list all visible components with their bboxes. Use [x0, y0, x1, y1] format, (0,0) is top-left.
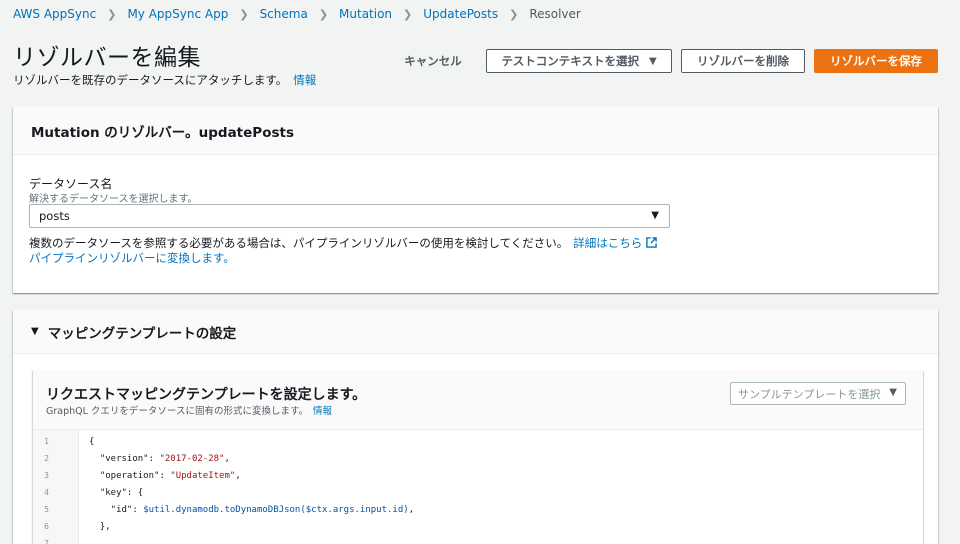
- pipeline-note-text: 複数のデータソースを参照する必要がある場合は、パイプラインリゾルバーの使用を検討…: [29, 236, 569, 250]
- line-number: 7: [44, 539, 49, 544]
- test-context-button[interactable]: テストコンテキストを選択 ▼: [486, 49, 672, 73]
- sample-template-select[interactable]: サンプルテンプレートを選択 ▼: [730, 382, 906, 405]
- breadcrumb-app[interactable]: My AppSync App: [127, 7, 228, 21]
- breadcrumb-updateposts[interactable]: UpdatePosts: [423, 7, 498, 21]
- caret-down-icon: ▼: [889, 387, 897, 398]
- sample-template-placeholder: サンプルテンプレートを選択: [738, 387, 881, 401]
- code-text: "key": {: [89, 487, 144, 498]
- code-line: 5 "id": $util.dynamodb.toDynamoDBJson($c…: [33, 501, 923, 518]
- save-resolver-button[interactable]: リゾルバーを保存: [814, 49, 938, 73]
- mapping-template-title: マッピングテンプレートの設定: [47, 325, 237, 342]
- cancel-button[interactable]: キャンセル: [395, 49, 471, 73]
- code-text: },: [89, 521, 111, 532]
- code-line: 7: [33, 535, 923, 544]
- chevron-right-icon: ❯: [403, 7, 413, 21]
- breadcrumb: AWS AppSync ❯ My AppSync App ❯ Schema ❯ …: [13, 6, 581, 22]
- breadcrumb-appsync[interactable]: AWS AppSync: [13, 7, 96, 21]
- code-text: "id": $util.dynamodb.toDynamoDBJson($ctx…: [89, 504, 415, 515]
- code-line: 3 "operation": "UpdateItem",: [33, 467, 923, 484]
- line-number: 1: [44, 437, 49, 446]
- line-number: 2: [44, 454, 49, 463]
- page-description-text: リゾルバーを既存のデータソースにアタッチします。: [13, 73, 288, 87]
- request-mapping-desc-text: GraphQL クエリをデータソースに固有の形式に変換します。: [46, 406, 309, 417]
- code-text: "version": "2017-02-28",: [89, 453, 230, 464]
- triangle-down-icon: ▼: [31, 326, 39, 337]
- caret-down-icon: ▼: [651, 210, 659, 221]
- code-text: {: [89, 436, 95, 447]
- code-line: 4 "key": {: [33, 484, 923, 501]
- chevron-right-icon: ❯: [509, 7, 519, 21]
- code-line: 1{: [33, 433, 923, 450]
- breadcrumb-resolver: Resolver: [529, 7, 581, 21]
- datasource-value: posts: [39, 209, 70, 223]
- page-description: リゾルバーを既存のデータソースにアタッチします。 情報: [13, 72, 316, 88]
- request-mapping-title: リクエストマッピングテンプレートを設定します。: [46, 387, 367, 403]
- breadcrumb-mutation[interactable]: Mutation: [339, 7, 392, 21]
- code-line: 2 "version": "2017-02-28",: [33, 450, 923, 467]
- learn-more-link[interactable]: 詳細はこちら: [573, 236, 658, 250]
- code-editor[interactable]: 1{ 2 "version": "2017-02-28", 3 "operati…: [33, 430, 923, 544]
- chevron-right-icon: ❯: [239, 7, 249, 21]
- chevron-right-icon: ❯: [107, 7, 117, 21]
- external-link-icon: [646, 237, 658, 248]
- line-number: 5: [44, 505, 49, 514]
- page-title: リゾルバーを編集: [13, 45, 201, 71]
- request-mapping-container: リクエストマッピングテンプレートを設定します。 GraphQL クエリをデータソ…: [33, 370, 923, 544]
- mapping-template-panel: ▼ マッピングテンプレートの設定 リクエストマッピングテンプレートを設定します。…: [13, 310, 938, 544]
- pipeline-note: 複数のデータソースを参照する必要がある場合は、パイプラインリゾルバーの使用を検討…: [29, 235, 658, 251]
- request-mapping-header: リクエストマッピングテンプレートを設定します。 GraphQL クエリをデータソ…: [33, 370, 923, 430]
- resolver-panel: Mutation のリゾルバー。updatePosts データソース名 解決する…: [13, 107, 938, 293]
- line-number: 4: [44, 488, 49, 497]
- breadcrumb-schema[interactable]: Schema: [260, 7, 308, 21]
- convert-pipeline-link[interactable]: パイプラインリゾルバーに変換します。: [29, 250, 235, 266]
- line-number: 6: [44, 522, 49, 531]
- test-context-label: テストコンテキストを選択: [501, 54, 639, 68]
- datasource-description: 解決するデータソースを選択します。: [29, 194, 198, 205]
- code-line: 6 },: [33, 518, 923, 535]
- info-link[interactable]: 情報: [293, 73, 316, 87]
- line-number: 3: [44, 471, 49, 480]
- resolver-panel-title: Mutation のリゾルバー。updatePosts: [13, 107, 938, 155]
- caret-down-icon: ▼: [648, 55, 657, 67]
- request-mapping-description: GraphQL クエリをデータソースに固有の形式に変換します。 情報: [46, 403, 332, 417]
- learn-more-label: 詳細はこちら: [573, 236, 643, 250]
- code-text: "operation": "UpdateItem",: [89, 470, 241, 481]
- mapping-template-toggle[interactable]: ▼ マッピングテンプレートの設定: [13, 310, 938, 354]
- datasource-select[interactable]: posts ▼: [29, 204, 670, 228]
- delete-resolver-button[interactable]: リゾルバーを削除: [681, 49, 805, 73]
- chevron-right-icon: ❯: [318, 7, 329, 21]
- request-info-link[interactable]: 情報: [313, 406, 332, 417]
